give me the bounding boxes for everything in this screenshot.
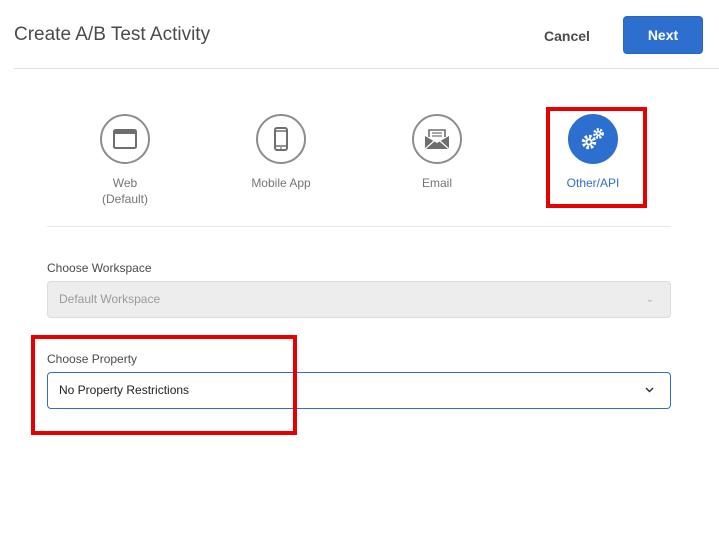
highlight-box-property bbox=[31, 335, 297, 435]
browser-window-icon bbox=[113, 129, 137, 149]
workspace-select: Default Workspace ⌄ bbox=[47, 281, 671, 318]
section-divider bbox=[47, 226, 671, 227]
mobile-phone-icon bbox=[274, 127, 288, 151]
type-option-email[interactable]: Email bbox=[382, 114, 492, 191]
type-circle-mobile-app bbox=[256, 114, 306, 164]
envelope-icon bbox=[424, 129, 450, 150]
workspace-label: Choose Workspace bbox=[47, 261, 152, 275]
cancel-button[interactable]: Cancel bbox=[531, 22, 603, 50]
next-button[interactable]: Next bbox=[623, 16, 703, 54]
chevron-down-icon bbox=[645, 373, 654, 408]
type-label-mobile-app: Mobile App bbox=[251, 176, 311, 190]
dialog-title: Create A/B Test Activity bbox=[14, 24, 211, 45]
header-divider bbox=[14, 68, 719, 69]
type-circle-email bbox=[412, 114, 462, 164]
type-label-email: Email bbox=[421, 176, 452, 190]
highlight-box-other-api bbox=[546, 107, 647, 208]
type-option-mobile-app[interactable]: Mobile App bbox=[226, 114, 336, 191]
type-label-web: Web (Default) bbox=[101, 176, 148, 206]
type-circle-web bbox=[100, 114, 150, 164]
chevron-down-icon: ⌄ bbox=[645, 294, 654, 305]
workspace-value: Default Workspace bbox=[59, 292, 161, 306]
type-option-web[interactable]: Web (Default) bbox=[70, 114, 180, 207]
